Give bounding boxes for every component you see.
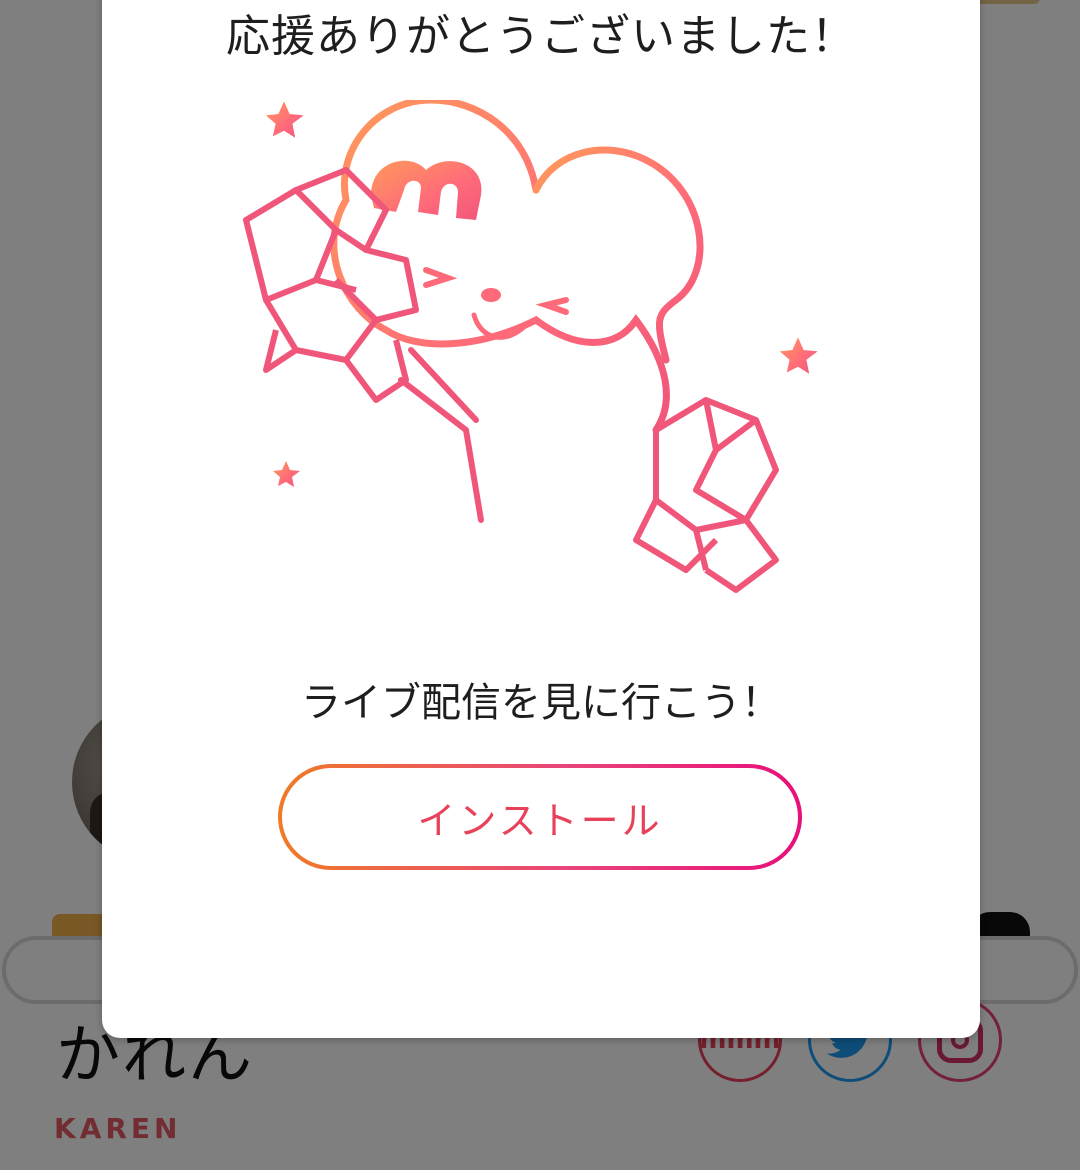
star-icon [273,461,300,487]
install-button-label: インストール [282,768,798,866]
cheering-mouse-mascot-illustration [243,100,818,593]
star-icon [265,101,304,138]
cta-message: ライブ配信を見に行こう！ [301,680,781,726]
modal-title: 応援ありがとうございました！ [226,11,856,62]
star-icon [779,337,818,374]
install-button[interactable]: インストール [278,764,802,870]
thanks-modal: 応援ありがとうございました！ ライブ配信を見に行こう！ インストール [102,0,980,1038]
